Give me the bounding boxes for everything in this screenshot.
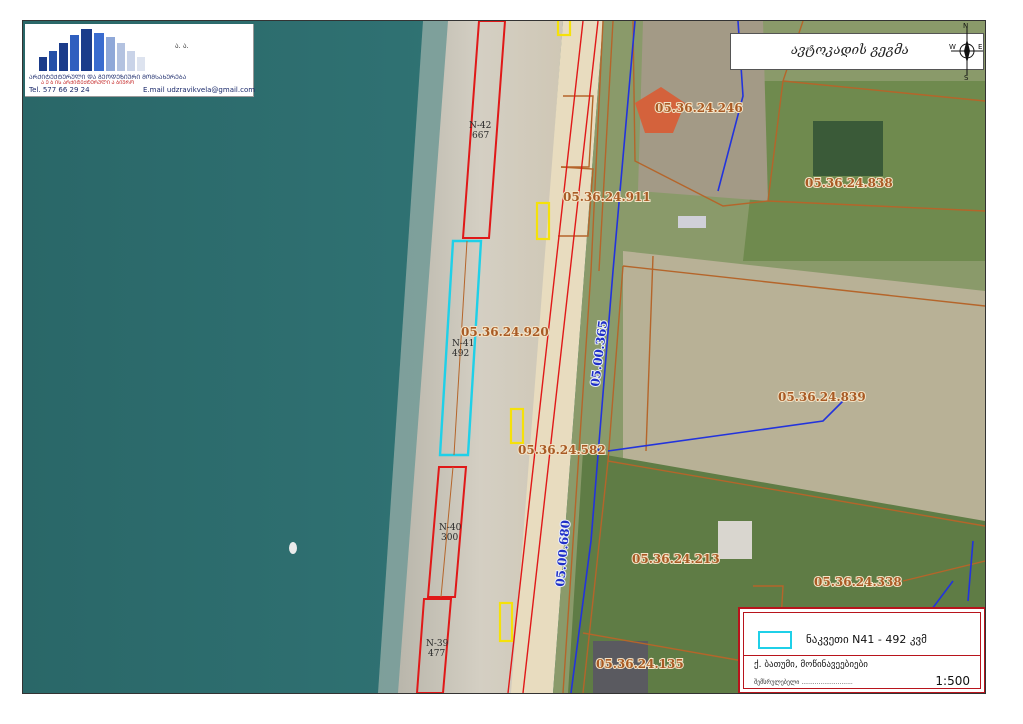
compass-rose-icon: N S E W [949, 22, 983, 81]
legend-address: ქ. ბათუმი, მოწინავეებიები [754, 660, 868, 670]
legend-signature: შემსრულებელი ........................... [754, 679, 853, 686]
logo-phone: Tel. 577 66 29 24 [29, 86, 90, 94]
plot-N-42-area: 667 [472, 131, 489, 141]
parcel-label-213: 05.36.24.213 [632, 552, 720, 566]
pond [813, 121, 883, 176]
plot-N-39-area: 477 [428, 649, 445, 659]
email-value[interactable]: udzravikvela@gmail.com [167, 86, 255, 94]
legend-frame: ნაკვეთი N41 - 492 კვმ ქ. ბათუმი, მოწინავ… [743, 612, 981, 689]
legend-divider [744, 655, 980, 656]
plot-N-42-id: N-42 [469, 121, 491, 131]
plot-N-41-area: 492 [452, 349, 469, 359]
legend-swatch [758, 631, 792, 649]
company-logo-box: ა. ა. ᲐᲠᲥᲘᲢᲔᲥᲢᲣᲠᲣᲚᲘ ᲓᲐ ᲒᲔᲝᲓᲔᲖᲘᲣᲠᲘ ᲛᲝᲛᲡᲐᲮ… [25, 24, 255, 97]
parcel-label-838: 05.36.24.838 [805, 176, 893, 190]
parcel-label-135: 05.36.24.135 [596, 657, 684, 671]
compass-w: W [949, 43, 956, 51]
phone-label: Tel. [29, 86, 41, 94]
plot-N-39-id: N-39 [426, 639, 449, 649]
parcel-label-338: 05.36.24.338 [814, 575, 902, 589]
compass-e: E [978, 43, 982, 51]
legend-plot-text: ნაკვეთი N41 - 492 კვმ [806, 633, 927, 646]
parcel-label-582: 05.36.24.582 [518, 443, 606, 457]
plot-N-40-area: 300 [441, 533, 458, 543]
company-logo-icon [39, 29, 145, 71]
parcel-label-911: 05.36.24.911 [563, 190, 651, 204]
plot-N-41-id: N-41 [452, 339, 474, 349]
parcel-label-246: 05.36.24.246 [655, 101, 743, 115]
parcel-label-839: 05.36.24.839 [778, 390, 866, 404]
plan-signature: ავტოკადის გეგმა [791, 43, 909, 58]
building-shed [678, 216, 706, 228]
phone-value: 577 66 29 24 [42, 86, 90, 94]
parcel-label-920: 05.36.24.920 [461, 325, 549, 339]
compass-s: S [964, 74, 969, 81]
compass-n: N [963, 22, 968, 30]
aerial-map: N-42 667 N-41 492 N-40 300 N-39 477 05.3… [23, 21, 985, 693]
logo-small-text: ა. ა. [175, 42, 189, 50]
north-signature-box: ავტოკადის გეგმა [730, 33, 984, 70]
boat [289, 542, 297, 554]
map-scale: 1:500 [935, 674, 970, 688]
map-view[interactable]: N-42 667 N-41 492 N-40 300 N-39 477 05.3… [22, 20, 986, 694]
plot-N-40-id: N-40 [439, 523, 462, 533]
email-label: E.mail [143, 86, 165, 94]
map-legend: ნაკვეთი N41 - 492 კვმ ქ. ბათუმი, მოწინავ… [738, 607, 985, 693]
logo-email[interactable]: E.mail udzravikvela@gmail.com [143, 86, 255, 94]
building-small [718, 521, 752, 559]
